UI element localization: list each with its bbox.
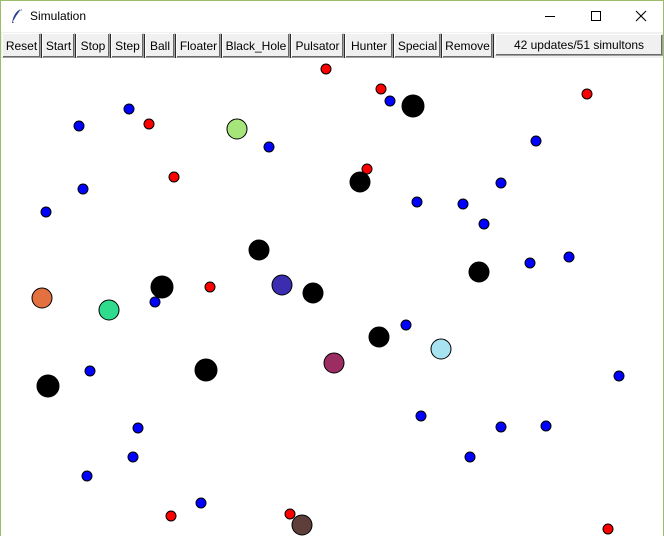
ball-simulton	[84, 365, 96, 377]
ball-simulton	[384, 95, 396, 107]
ball-simulton	[540, 420, 552, 432]
feather-icon	[10, 8, 24, 24]
pulsator-simulton	[323, 352, 345, 374]
title-bar[interactable]: Simulation	[1, 1, 663, 32]
ball-simulton	[73, 120, 85, 132]
maximize-button[interactable]	[573, 1, 619, 31]
maximize-icon	[591, 11, 601, 21]
remove-button[interactable]: Remove	[442, 33, 493, 58]
ball-simulton	[495, 177, 507, 189]
floater-button[interactable]: Floater	[176, 33, 221, 58]
ball-simulton	[400, 319, 412, 331]
toolbar: Reset Start Stop Step Ball Floater Black…	[1, 32, 663, 58]
special-button[interactable]: Special	[394, 33, 441, 58]
hunter-button[interactable]: Hunter	[345, 33, 393, 58]
status-label: 42 updates/51 simultons	[495, 34, 663, 56]
window-title: Simulation	[30, 9, 87, 23]
ball-simulton	[457, 198, 469, 210]
ball-simulton	[132, 422, 144, 434]
simulation-window: Simulation Reset Start Stop Step Ball Fl…	[0, 0, 664, 536]
black-hole-simulton	[349, 171, 371, 193]
black-hole-simulton	[468, 261, 490, 283]
simulation-drawing	[31, 63, 625, 536]
ball-simulton	[613, 370, 625, 382]
floater-simulton	[168, 171, 180, 183]
ball-simulton	[464, 451, 476, 463]
minimize-button[interactable]	[527, 1, 573, 31]
ball-simulton	[563, 251, 575, 263]
ball-simulton	[411, 196, 423, 208]
close-button[interactable]	[618, 1, 664, 31]
stop-button[interactable]: Stop	[76, 33, 110, 58]
black-hole-simulton	[194, 358, 218, 382]
ball-button[interactable]: Ball	[145, 33, 175, 58]
floater-simulton	[320, 63, 332, 75]
simulation-canvas[interactable]	[1, 58, 663, 536]
black-hole-simulton	[36, 374, 60, 398]
ball-simulton	[415, 410, 427, 422]
ball-simulton	[495, 421, 507, 433]
floater-simulton	[204, 281, 216, 293]
floater-simulton	[165, 510, 177, 522]
black-hole-simulton	[248, 239, 270, 261]
start-button[interactable]: Start	[42, 33, 75, 58]
ball-simulton	[478, 218, 490, 230]
reset-button[interactable]: Reset	[2, 33, 41, 58]
floater-simulton	[602, 523, 614, 535]
ball-simulton	[127, 451, 139, 463]
floater-simulton	[284, 508, 296, 520]
pulsator-button[interactable]: Pulsator	[291, 33, 344, 58]
floater-simulton	[143, 118, 155, 130]
ball-simulton	[123, 103, 135, 115]
close-icon	[635, 10, 647, 22]
pulsator-simulton	[226, 118, 248, 140]
step-button[interactable]: Step	[111, 33, 144, 58]
pulsator-simulton	[98, 299, 120, 321]
ball-simulton	[149, 296, 161, 308]
pulsator-simulton	[430, 338, 452, 360]
floater-simulton	[375, 83, 387, 95]
pulsator-simulton	[31, 287, 53, 309]
ball-simulton	[40, 206, 52, 218]
black-hole-simulton	[368, 326, 390, 348]
black-hole-button[interactable]: Black_Hole	[222, 33, 290, 58]
minimize-icon	[545, 16, 555, 17]
ball-simulton	[263, 141, 275, 153]
floater-simulton	[581, 88, 593, 100]
ball-simulton	[524, 257, 536, 269]
pulsator-simulton	[291, 514, 313, 536]
ball-simulton	[195, 497, 207, 509]
ball-simulton	[81, 470, 93, 482]
hunter-simulton	[271, 274, 293, 296]
ball-simulton	[77, 183, 89, 195]
black-hole-simulton	[150, 275, 174, 299]
black-hole-simulton	[401, 94, 425, 118]
ball-simulton	[530, 135, 542, 147]
black-hole-simulton	[302, 282, 324, 304]
